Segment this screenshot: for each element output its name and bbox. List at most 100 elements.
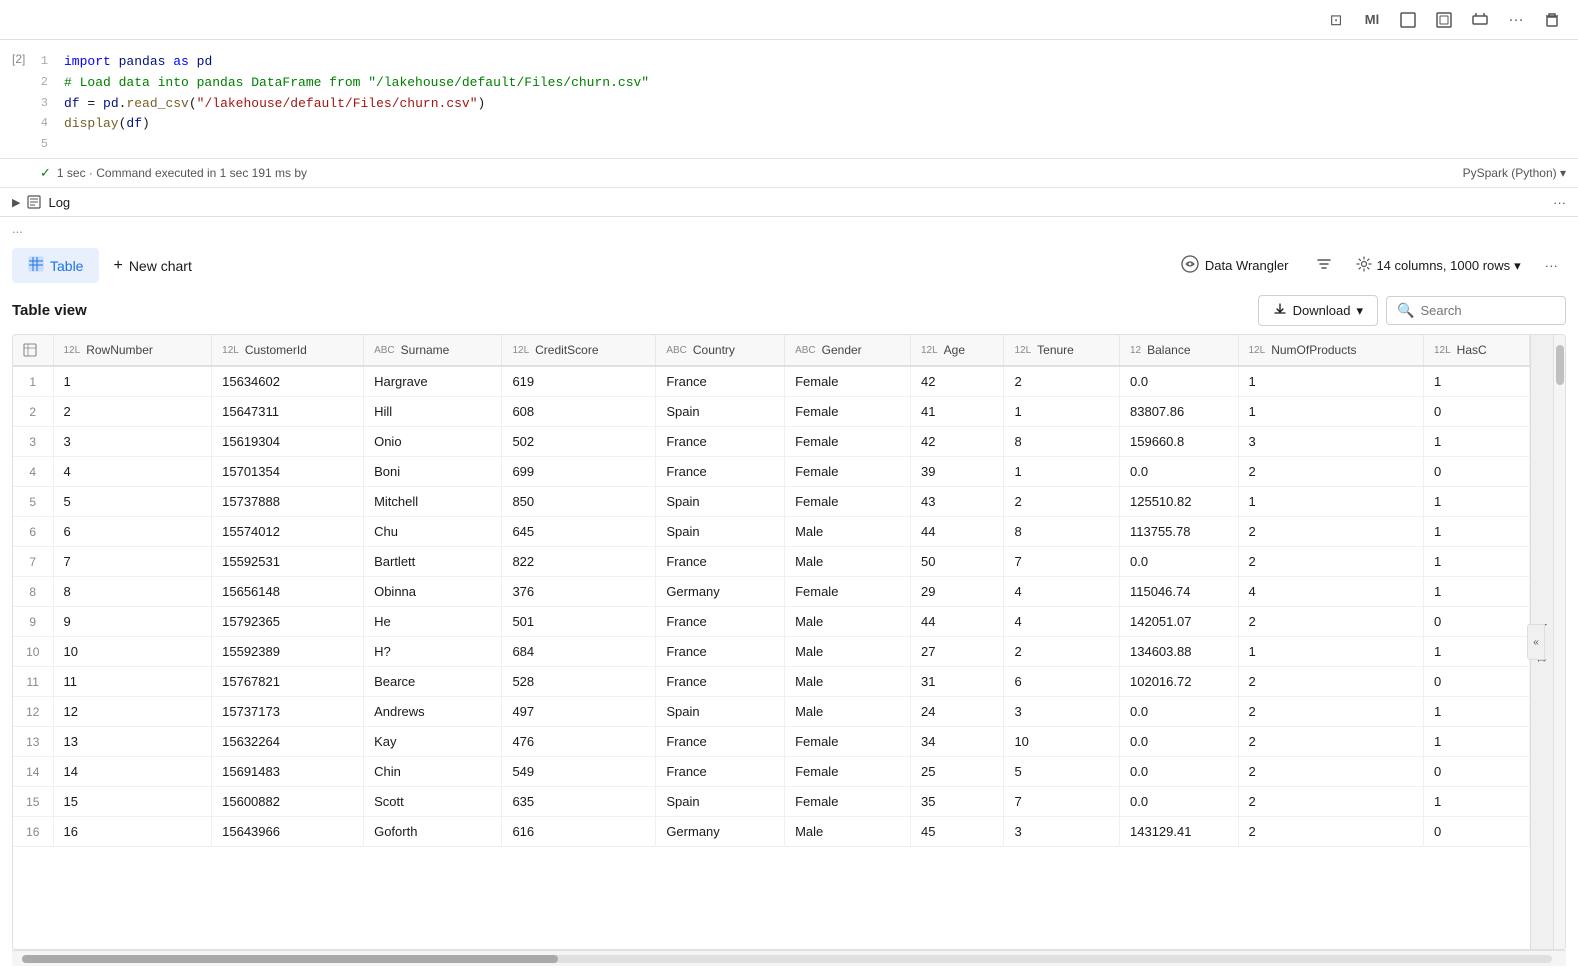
table-cell: 549	[502, 757, 656, 787]
col-header-numofproducts: 12LNumOfProducts	[1238, 335, 1423, 366]
toolbar-icon-1[interactable]: ⊡	[1322, 6, 1350, 34]
table-cell: 2	[1238, 727, 1423, 757]
code-content[interactable]: 1import pandas as pd 2# Load data into p…	[40, 48, 1578, 158]
table-cell: Spain	[656, 487, 785, 517]
table-cell: 502	[502, 427, 656, 457]
table-cell: 15592531	[212, 547, 364, 577]
col-info-chevron: ▾	[1514, 258, 1521, 274]
col-header-hasc: 12LHasC	[1423, 335, 1529, 366]
new-chart-button[interactable]: + New chart	[99, 249, 205, 283]
table-cell: 3	[53, 427, 212, 457]
new-chart-label: New chart	[129, 258, 192, 274]
collapse-button[interactable]: «	[1527, 624, 1545, 660]
table-cell: France	[656, 757, 785, 787]
table-row: 9915792365He501FranceMale444142051.0720	[13, 607, 1530, 637]
data-table-wrapper[interactable]: 12LRowNumber 12LCustomerId ABCSurname 12…	[13, 335, 1530, 949]
toolbar-icon-trash[interactable]	[1538, 6, 1566, 34]
table-cell: 1	[1004, 457, 1120, 487]
table-cell: Mitchell	[364, 487, 502, 517]
log-section[interactable]: ▶ Log ···	[0, 188, 1578, 217]
toolbar-icon-ml[interactable]: Ml	[1358, 6, 1386, 34]
table-row: 2215647311Hill608SpainFemale41183807.861…	[13, 397, 1530, 427]
table-cell: 3	[1004, 697, 1120, 727]
table-row: 161615643966Goforth616GermanyMale4531431…	[13, 817, 1530, 847]
table-cell: 15632264	[212, 727, 364, 757]
table-cell: France	[656, 667, 785, 697]
table-cell: France	[656, 427, 785, 457]
table-row: 3315619304Onio502FranceFemale428159660.8…	[13, 427, 1530, 457]
table-cell: Male	[785, 817, 911, 847]
table-cell: 115046.74	[1120, 577, 1239, 607]
table-cell: 44	[910, 517, 1003, 547]
exec-status: ✓ 1 sec · Command executed in 1 sec 191 …	[0, 159, 1578, 188]
table-cell: 44	[910, 607, 1003, 637]
table-cell: 2	[1238, 517, 1423, 547]
vertical-scrollbar[interactable]	[1553, 335, 1565, 949]
row-index: 15	[13, 787, 53, 817]
toolbar-icon-4[interactable]	[1430, 6, 1458, 34]
table-cell: 7	[1004, 547, 1120, 577]
data-wrangler-label: Data Wrangler	[1205, 258, 1289, 273]
table-cell: Male	[785, 607, 911, 637]
table-cell: 2	[1238, 607, 1423, 637]
table-cell: 13	[53, 727, 212, 757]
col-header-rownumber: 12LRowNumber	[53, 335, 212, 366]
col-info[interactable]: 14 columns, 1000 rows ▾	[1348, 252, 1528, 279]
h-scroll-area[interactable]	[12, 950, 1566, 966]
top-toolbar: ⊡ Ml ···	[0, 0, 1578, 40]
table-cell: Bearce	[364, 667, 502, 697]
table-cell: 15737888	[212, 487, 364, 517]
table-cell: 1	[1423, 487, 1529, 517]
h-scroll-thumb	[22, 955, 558, 963]
search-input[interactable]	[1420, 303, 1555, 318]
download-button[interactable]: Download ▾	[1258, 295, 1378, 326]
download-icon	[1273, 302, 1287, 319]
table-cell: 15792365	[212, 607, 364, 637]
table-cell: 376	[502, 577, 656, 607]
table-row: 111115767821Bearce528FranceMale316102016…	[13, 667, 1530, 697]
toolbar-icon-5[interactable]	[1466, 6, 1494, 34]
table-cell: 102016.72	[1120, 667, 1239, 697]
table-cell: 0.0	[1120, 727, 1239, 757]
table-cell: Male	[785, 667, 911, 697]
data-wrangler-button[interactable]: Data Wrangler	[1169, 249, 1301, 282]
tab-table[interactable]: Table	[12, 248, 99, 283]
toolbar-icon-more[interactable]: ···	[1502, 6, 1530, 34]
search-box[interactable]: 🔍	[1386, 296, 1566, 325]
table-cell: Male	[785, 637, 911, 667]
row-index: 3	[13, 427, 53, 457]
scroll-thumb	[1556, 345, 1564, 385]
table-cell: France	[656, 727, 785, 757]
table-row: 141415691483Chin549FranceFemale2550.020	[13, 757, 1530, 787]
table-cell: 635	[502, 787, 656, 817]
table-cell: 7	[1004, 787, 1120, 817]
table-cell: 42	[910, 427, 1003, 457]
table-cell: 497	[502, 697, 656, 727]
table-cell: Scott	[364, 787, 502, 817]
table-cell: Female	[785, 397, 911, 427]
table-cell: 1	[1423, 517, 1529, 547]
table-cell: 1	[1423, 577, 1529, 607]
h-scroll-track[interactable]	[22, 955, 1552, 963]
log-more-icon[interactable]: ···	[1553, 195, 1566, 210]
table-cell: 608	[502, 397, 656, 427]
table-cell: Female	[785, 366, 911, 397]
table-cell: 7	[53, 547, 212, 577]
more-options-button[interactable]: ···	[1537, 252, 1566, 279]
log-label: Log	[48, 195, 70, 210]
toolbar-icon-3[interactable]	[1394, 6, 1422, 34]
col-header-age: 12LAge	[910, 335, 1003, 366]
data-table: 12LRowNumber 12LCustomerId ABCSurname 12…	[13, 335, 1530, 847]
pyspark-badge[interactable]: PySpark (Python) ▾	[1463, 166, 1566, 180]
table-cell: 850	[502, 487, 656, 517]
table-cell: Kay	[364, 727, 502, 757]
table-cell: 15701354	[212, 457, 364, 487]
filter-button[interactable]	[1308, 250, 1340, 281]
table-cell: Germany	[656, 817, 785, 847]
table-cell: 1	[1238, 487, 1423, 517]
table-cell: Male	[785, 547, 911, 577]
table-cell: 1	[1423, 547, 1529, 577]
table-cell: 2	[1238, 817, 1423, 847]
col-header-tenure: 12LTenure	[1004, 335, 1120, 366]
table-cell: Goforth	[364, 817, 502, 847]
